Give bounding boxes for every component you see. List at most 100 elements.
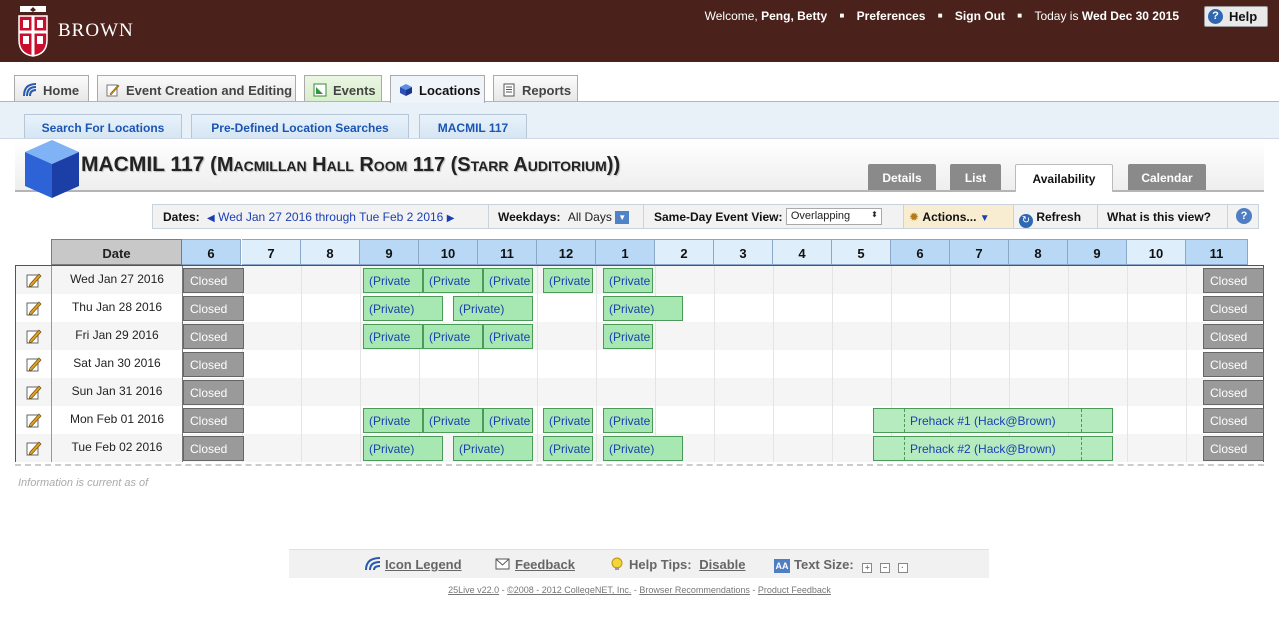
tab-calendar[interactable]: Calendar bbox=[1128, 164, 1206, 190]
refresh-label: Refresh bbox=[1036, 210, 1082, 224]
event-block[interactable]: (Private bbox=[603, 324, 653, 349]
event-block[interactable]: Prehack #2 (Hack@Brown) bbox=[873, 436, 1113, 461]
hour-gridline bbox=[301, 266, 302, 294]
edit-icon[interactable] bbox=[26, 440, 42, 456]
edit-icon[interactable] bbox=[26, 328, 42, 344]
tab-event-creation[interactable]: Event Creation and Editing bbox=[97, 75, 296, 102]
event-block[interactable]: (Private bbox=[363, 324, 423, 349]
text-size-icon: AA bbox=[774, 559, 790, 573]
hour-gridline bbox=[1186, 434, 1187, 462]
hour-gridline bbox=[301, 350, 302, 378]
same-day-select[interactable]: Overlapping ⬍ bbox=[785, 208, 882, 225]
edit-cell bbox=[16, 322, 52, 350]
browser-recommendations-link[interactable]: Browser Recommendations bbox=[639, 585, 750, 595]
logo-text: BROWN bbox=[58, 20, 134, 41]
grid-row: Wed Jan 27 2016 Closed Closed (Private (Priv… bbox=[16, 266, 1264, 294]
tab-reports[interactable]: Reports bbox=[493, 75, 578, 102]
actions-menu[interactable]: ✹ Actions... ▼ bbox=[904, 205, 1014, 228]
event-label: (Private bbox=[609, 274, 651, 288]
hour-gridline bbox=[596, 378, 597, 406]
separator: ■ bbox=[839, 11, 845, 20]
event-block[interactable]: (Private bbox=[363, 268, 423, 293]
text-size-increase[interactable]: + bbox=[862, 563, 873, 573]
tab-events[interactable]: Events bbox=[304, 75, 382, 102]
hour-gridline bbox=[832, 378, 833, 406]
lightbulb-icon bbox=[611, 557, 623, 570]
event-block[interactable]: (Private bbox=[603, 408, 653, 433]
text-size-label: Text Size: bbox=[794, 557, 854, 572]
edit-icon[interactable] bbox=[26, 384, 42, 400]
hour-gridline bbox=[360, 266, 361, 294]
version-link[interactable]: 25Live v22.0 bbox=[448, 585, 499, 595]
event-block[interactable]: (Private bbox=[483, 408, 533, 433]
event-block[interactable]: (Private bbox=[543, 268, 593, 293]
copyright-link[interactable]: ©2008 - 2012 CollegeNET, Inc. bbox=[507, 585, 631, 595]
event-block[interactable]: (Private bbox=[543, 436, 593, 461]
event-block[interactable]: (Private bbox=[543, 408, 593, 433]
event-block[interactable]: (Private bbox=[423, 268, 483, 293]
hour-gridline bbox=[537, 266, 538, 294]
event-label: (Private bbox=[489, 414, 531, 428]
hour-gridline bbox=[832, 294, 833, 322]
text-size-decrease[interactable]: − bbox=[879, 563, 890, 573]
next-dates-icon[interactable]: ▶ bbox=[447, 213, 455, 224]
hour-gridline bbox=[773, 266, 774, 294]
closed-block: Closed bbox=[1203, 324, 1264, 349]
prev-dates-icon[interactable]: ◀ bbox=[207, 213, 215, 224]
event-block[interactable]: (Private bbox=[603, 268, 653, 293]
subtab-predefined-searches[interactable]: Pre-Defined Location Searches bbox=[191, 114, 409, 139]
event-block[interactable]: (Private bbox=[483, 324, 533, 349]
product-feedback-link[interactable]: Product Feedback bbox=[758, 585, 831, 595]
help-tips-disable[interactable]: Disable bbox=[699, 557, 745, 572]
edit-icon[interactable] bbox=[26, 356, 42, 372]
hour-gridline bbox=[1127, 350, 1128, 378]
brown-logo[interactable]: BROWN bbox=[14, 2, 138, 60]
tab-availability[interactable]: Availability bbox=[1015, 164, 1113, 192]
hour-gridline bbox=[360, 406, 361, 434]
weekdays-dropdown-icon[interactable]: ▼ bbox=[615, 211, 630, 225]
tab-list[interactable]: List bbox=[950, 164, 1001, 190]
event-block[interactable]: (Private) bbox=[363, 436, 443, 461]
subtab-macmil-117[interactable]: MACMIL 117 bbox=[419, 114, 527, 139]
refresh-button[interactable]: ↻ Refresh bbox=[1014, 205, 1098, 228]
icon-legend-link[interactable]: Icon Legend bbox=[365, 557, 462, 572]
icon-legend-label: Icon Legend bbox=[385, 557, 462, 572]
subtab-search-locations[interactable]: Search For Locations bbox=[24, 114, 182, 139]
toolbar-help-button[interactable]: ? bbox=[1228, 205, 1258, 228]
tab-details[interactable]: Details bbox=[868, 164, 936, 190]
hour-gridline bbox=[596, 350, 597, 378]
event-block[interactable]: (Private bbox=[483, 268, 533, 293]
feedback-link[interactable]: Feedback bbox=[495, 557, 575, 572]
dates-range[interactable]: Wed Jan 27 2016 through Tue Feb 2 2016 bbox=[218, 210, 443, 224]
grid-rows: Wed Jan 27 2016 Closed Closed (Private (Priv… bbox=[15, 265, 1264, 462]
edit-icon[interactable] bbox=[26, 272, 42, 288]
what-is-this-view-link[interactable]: What is this view? bbox=[1098, 205, 1228, 228]
sign-out-link[interactable]: Sign Out bbox=[955, 9, 1005, 23]
event-block[interactable]: (Private) bbox=[603, 436, 683, 461]
event-block[interactable]: (Private bbox=[423, 324, 483, 349]
event-block[interactable]: (Private) bbox=[363, 296, 443, 321]
event-block[interactable]: (Private bbox=[363, 408, 423, 433]
hour-header: 5 bbox=[832, 239, 891, 265]
grid-divider bbox=[15, 464, 1264, 466]
event-label: (Private bbox=[609, 414, 651, 428]
edit-icon[interactable] bbox=[26, 412, 42, 428]
event-block[interactable]: (Private bbox=[423, 408, 483, 433]
event-label: (Private) bbox=[459, 442, 505, 456]
hour-gridline bbox=[537, 294, 538, 322]
event-block[interactable]: (Private) bbox=[603, 296, 683, 321]
preferences-link[interactable]: Preferences bbox=[857, 9, 926, 23]
event-block[interactable]: (Private) bbox=[453, 436, 533, 461]
text-size-reset[interactable]: · bbox=[897, 563, 908, 573]
date-column-header: Date bbox=[51, 239, 182, 265]
event-block[interactable]: Prehack #1 (Hack@Brown) bbox=[873, 408, 1113, 433]
event-block[interactable]: (Private) bbox=[453, 296, 533, 321]
help-button[interactable]: ? Help bbox=[1204, 6, 1268, 27]
tab-locations[interactable]: Locations bbox=[390, 75, 485, 103]
hour-gridline bbox=[596, 294, 597, 322]
edit-cell bbox=[16, 350, 52, 378]
weekdays-value[interactable]: All Days bbox=[568, 210, 612, 224]
row-date: Mon Feb 01 2016 bbox=[52, 406, 183, 434]
edit-icon[interactable] bbox=[26, 300, 42, 316]
tab-home[interactable]: Home bbox=[14, 75, 89, 102]
